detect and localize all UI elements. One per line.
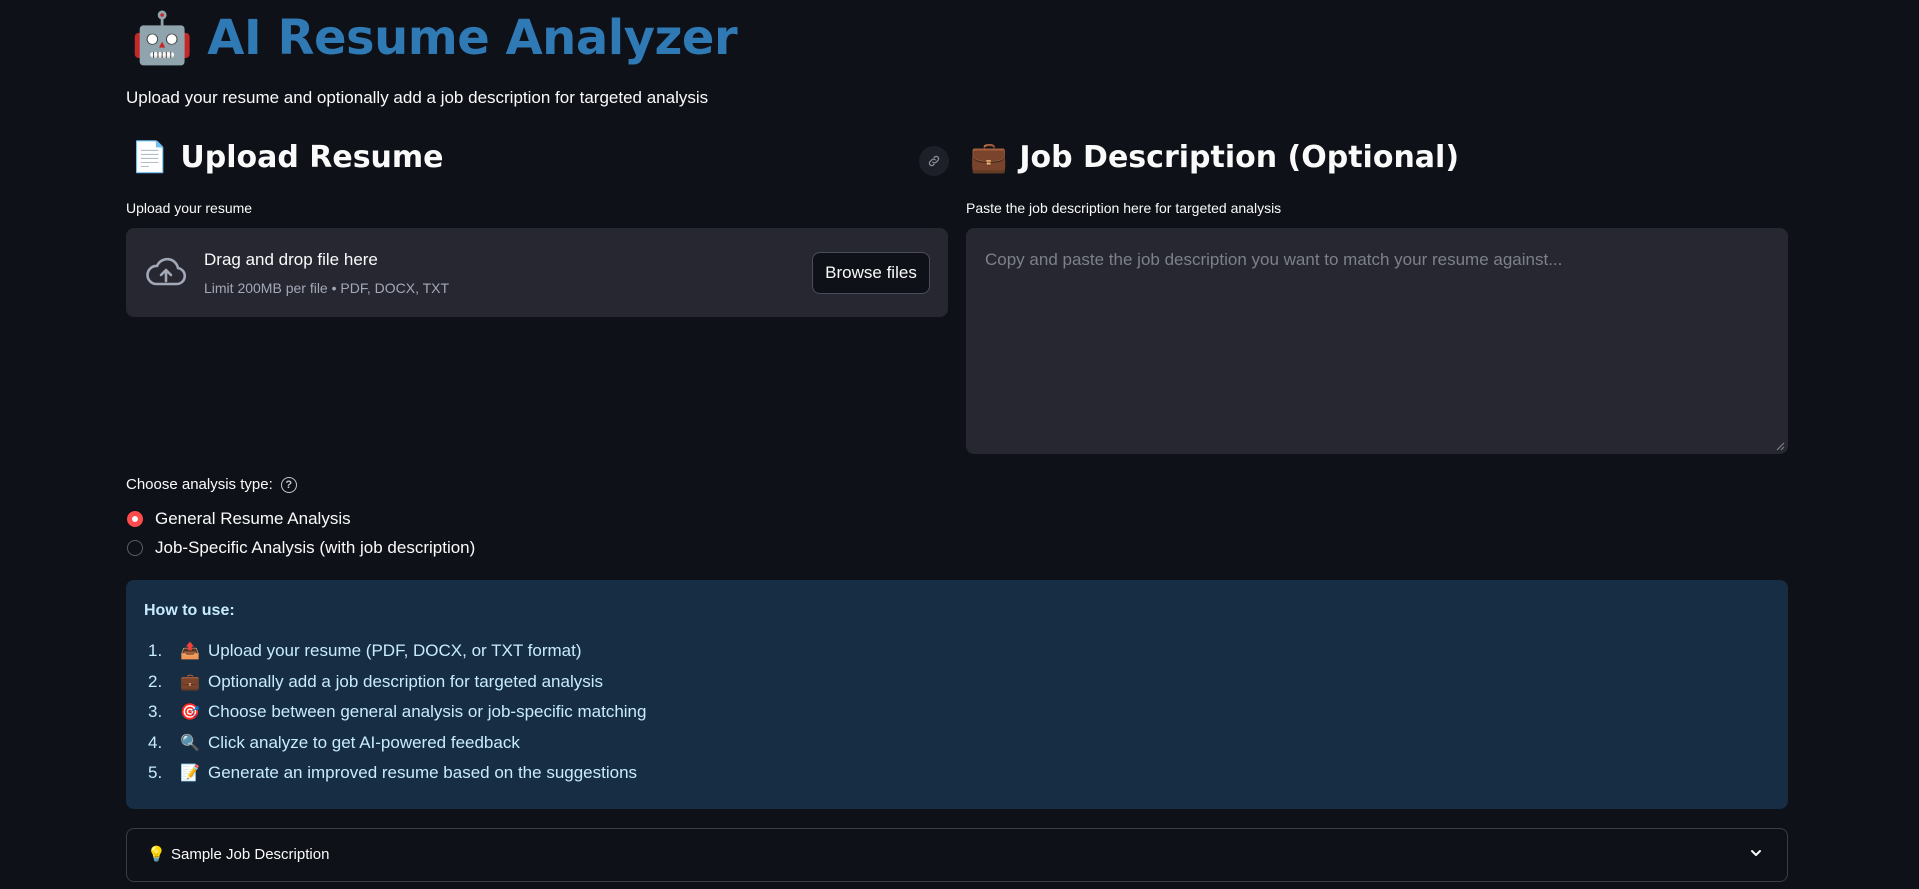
radio-option-general[interactable]: General Resume Analysis [127, 509, 351, 529]
target-icon: 🎯 [180, 704, 200, 722]
step-number: 1. [148, 641, 163, 661]
memo-icon: 📝 [180, 765, 200, 783]
outbox-icon: 📤 [180, 643, 200, 661]
job-section-title: Job Description (Optional) [1019, 140, 1460, 175]
list-item: 4. 🔍 Click analyze to get AI-powered fee… [148, 728, 646, 759]
how-to-use-title: How to use: [144, 602, 235, 619]
briefcase-icon: 💼 [970, 139, 1008, 175]
page-title: AI Resume Analyzer [207, 10, 738, 66]
browse-files-button[interactable]: Browse files [812, 252, 930, 294]
briefcase-icon: 💼 [180, 673, 200, 691]
expander-label: Sample Job Description [171, 846, 330, 863]
step-text: Choose between general analysis or job-s… [208, 702, 647, 722]
chevron-down-icon[interactable] [1749, 846, 1763, 860]
upload-section-header: 📄 Upload Resume [131, 140, 444, 175]
list-item: 5. 📝 Generate an improved resume based o… [148, 758, 646, 789]
resize-grip-icon[interactable] [1775, 441, 1785, 451]
list-item: 2. 💼 Optionally add a job description fo… [148, 667, 646, 698]
job-description-textarea[interactable]: Copy and paste the job description you w… [966, 228, 1788, 454]
analysis-type-label-text: Choose analysis type: [126, 476, 273, 493]
file-dropzone[interactable]: Drag and drop file here Limit 200MB per … [126, 228, 948, 317]
analysis-type-label: Choose analysis type: ? [126, 476, 297, 493]
dropzone-limit-text: Limit 200MB per file • PDF, DOCX, TXT [204, 280, 450, 296]
upload-field-label: Upload your resume [126, 200, 253, 216]
radio-button-selected[interactable] [127, 511, 143, 527]
radio-option-label: Job-Specific Analysis (with job descript… [155, 538, 476, 557]
step-text: Click analyze to get AI-powered feedback [208, 732, 520, 752]
step-number: 4. [148, 732, 163, 752]
job-field-label: Paste the job description here for targe… [966, 200, 1282, 216]
robot-icon: 🤖 [131, 10, 194, 66]
app-root: 🤖 AI Resume Analyzer Upload your resume … [0, 0, 1919, 889]
page-subtitle: Upload your resume and optionally add a … [126, 88, 709, 107]
lightbulb-icon: 💡 [147, 846, 166, 863]
how-to-use-info-box: How to use: 1. 📤 Upload your resume (PDF… [126, 580, 1788, 809]
step-number: 5. [148, 763, 163, 783]
dropzone-title: Drag and drop file here [204, 250, 378, 269]
how-to-use-list: 1. 📤 Upload your resume (PDF, DOCX, or T… [148, 636, 646, 789]
help-icon[interactable]: ? [280, 476, 297, 493]
list-item: 3. 🎯 Choose between general analysis or … [148, 697, 646, 728]
step-text: Optionally add a job description for tar… [208, 671, 604, 691]
job-description-placeholder: Copy and paste the job description you w… [985, 250, 1563, 269]
job-section-header: 💼 Job Description (Optional) [970, 140, 1459, 175]
radio-button-unselected[interactable] [127, 540, 143, 556]
cloud-upload-icon [146, 257, 187, 286]
step-number: 2. [148, 671, 163, 691]
magnifier-icon: 🔍 [180, 734, 200, 752]
radio-option-job-specific[interactable]: Job-Specific Analysis (with job descript… [127, 538, 475, 558]
anchor-link-icon[interactable] [919, 146, 949, 176]
step-text: Upload your resume (PDF, DOCX, or TXT fo… [208, 641, 582, 661]
step-number: 3. [148, 702, 163, 722]
radio-option-label: General Resume Analysis [155, 509, 351, 528]
sample-job-description-expander[interactable]: 💡 Sample Job Description [126, 828, 1788, 882]
upload-section-title: Upload Resume [180, 140, 444, 175]
page-header: 🤖 AI Resume Analyzer [131, 8, 738, 68]
list-item: 1. 📤 Upload your resume (PDF, DOCX, or T… [148, 636, 646, 667]
step-text: Generate an improved resume based on the… [208, 763, 638, 783]
document-icon: 📄 [131, 139, 169, 175]
